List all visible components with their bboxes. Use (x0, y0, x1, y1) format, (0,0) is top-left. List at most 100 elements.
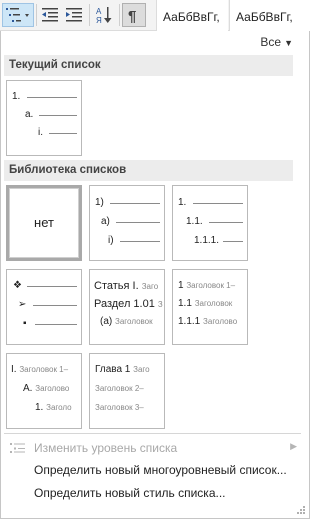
resize-grip-icon[interactable] (296, 505, 306, 515)
heading-level-1: 1 Заголовок 1– (178, 280, 235, 292)
svg-text:¶: ¶ (128, 8, 136, 25)
level-text: Заголовок 1– (19, 365, 69, 374)
diamond-bullet-icon: ❖ (13, 280, 22, 291)
level-line (193, 203, 243, 204)
change-list-level-item[interactable]: Изменить уровень списка ▶ (4, 438, 301, 458)
level-3-label: 1.1.1. (194, 235, 220, 246)
multilevel-list-button[interactable] (2, 3, 34, 27)
list-library-header: Библиотека списков (4, 160, 293, 181)
level-line (27, 97, 77, 98)
level-1-label: 1. (12, 91, 21, 102)
define-list-style-item[interactable]: Определить новый стиль списка... (4, 483, 301, 503)
ribbon-separator (119, 4, 120, 26)
level-2-label: a) (101, 216, 110, 227)
level-1-label: 1) (95, 197, 104, 208)
heading-level-2: 1.1 Заголовок (178, 298, 232, 310)
heading-level-2: A. Заголово (23, 383, 69, 395)
level-line (209, 222, 243, 223)
style-tile-normal[interactable]: АаБбВвГг, (156, 0, 228, 31)
show-formatting-button[interactable]: ¶ (122, 3, 146, 27)
heading-level-3: 1. Заголо (35, 402, 72, 414)
level-line (223, 241, 243, 242)
increase-indent-icon (66, 8, 82, 22)
level-number: I. (11, 364, 17, 375)
list-tile-none[interactable]: нет (6, 185, 82, 261)
level-text: Заголо (46, 403, 72, 412)
level-text: Заголовок (194, 299, 233, 308)
current-list-tile[interactable]: 1. a. i. (6, 80, 82, 156)
svg-text:Я: Я (96, 16, 102, 25)
list-gallery-panel: Все ▼ Текущий список 1. a. i. Библиотека … (0, 31, 310, 519)
level-text: Заголово (35, 384, 70, 393)
level-text: Заго (133, 365, 150, 374)
level-number: 1 (178, 280, 184, 291)
level-text: Заголовок 1– (186, 281, 236, 290)
list-tile-heading-decimal[interactable]: 1 Заголовок 1– 1.1 Заголовок 1.1.1 Загол… (172, 269, 248, 345)
ribbon-separator (36, 4, 37, 26)
change-level-icon (10, 443, 25, 453)
level-number: Раздел 1.01 (94, 298, 155, 310)
heading-level-2: Раздел 1.01 З (94, 298, 163, 311)
current-list-header: Текущий список (4, 55, 293, 76)
decrease-indent-icon (42, 8, 58, 22)
level-line (35, 324, 77, 325)
increase-indent-button[interactable] (62, 3, 86, 27)
level-number: 1.1 (178, 298, 192, 309)
heading-level-3: Заголовок 3– (95, 402, 144, 414)
level-number: Статья I. (94, 280, 139, 292)
level-line (49, 133, 77, 134)
submenu-arrow-icon: ▶ (290, 441, 297, 451)
decrease-indent-button[interactable] (38, 3, 62, 27)
level-number: 1. (35, 402, 44, 413)
level-text: Заго (141, 282, 159, 291)
list-tile-paren-numbered[interactable]: 1) a) i) (89, 185, 165, 261)
level-line (27, 286, 77, 287)
sort-button[interactable]: A Я (92, 3, 116, 27)
arrow-bullet-icon: ➢ (18, 299, 27, 310)
define-multilevel-list-label: Определить новый многоуровневый список..… (34, 463, 287, 477)
square-bullet-icon: ▪ (23, 318, 27, 329)
heading-level-3: (a) Заголовок (100, 316, 153, 328)
level-line (110, 203, 160, 204)
level-number: 1.1.1 (178, 316, 201, 327)
define-list-style-label: Определить новый стиль списка... (34, 486, 226, 500)
list-tile-decimal-outline[interactable]: 1. 1.1. 1.1.1. (172, 185, 248, 261)
pilcrow-icon: ¶ (128, 8, 136, 25)
level-3-label: i) (108, 235, 114, 246)
level-text: Заголовок 3– (95, 403, 144, 412)
heading-level-1: Статья I. Заго (94, 280, 158, 293)
none-label: нет (34, 215, 54, 230)
level-line (33, 305, 77, 306)
level-line (39, 115, 77, 116)
change-list-level-label: Изменить уровень списка (34, 441, 178, 455)
level-text: З (157, 300, 163, 309)
heading-level-1: I. Заголовок 1– (11, 364, 68, 376)
level-line (120, 241, 160, 242)
heading-level-1: Глава 1 Заго (95, 364, 150, 376)
svg-text:A: A (96, 7, 102, 16)
ribbon-toolbar: A Я ¶ АаБбВвГг, АаБбВвГг, (0, 0, 310, 31)
filter-all-label: Все (260, 35, 282, 49)
level-text: Заголовок (115, 317, 153, 326)
list-tile-bullets[interactable]: ❖ ➢ ▪ (6, 269, 82, 345)
sort-icon: A Я (96, 7, 112, 25)
heading-level-3: 1.1.1 Заголово (178, 316, 237, 328)
level-3-label: i. (38, 127, 43, 138)
define-multilevel-list-item[interactable]: Определить новый многоуровневый список..… (4, 460, 301, 480)
level-line (116, 222, 160, 223)
heading-level-2: Заголовок 2– (95, 383, 144, 395)
filter-all-dropdown[interactable]: Все ▼ (260, 35, 293, 49)
level-text: Заголовок 2– (95, 384, 144, 393)
style-tile-no-spacing[interactable]: АаБбВвГг, (229, 0, 310, 31)
multilevel-list-icon (6, 8, 29, 22)
level-text: Заголово (203, 317, 238, 326)
level-number: Глава 1 (95, 364, 131, 375)
level-1-label: 1. (178, 197, 187, 208)
list-tile-heading-chapter[interactable]: Глава 1 Заго Заголовок 2– Заголовок 3– (89, 353, 165, 429)
ribbon-separator (89, 4, 90, 26)
level-number: A. (23, 383, 33, 394)
chevron-down-icon: ▼ (284, 38, 293, 48)
list-tile-heading-roman[interactable]: I. Заголовок 1– A. Заголово 1. Заголо (6, 353, 82, 429)
list-tile-article-section[interactable]: Статья I. Заго Раздел 1.01 З (a) Заголов… (89, 269, 165, 345)
level-number: (a) (100, 316, 113, 327)
